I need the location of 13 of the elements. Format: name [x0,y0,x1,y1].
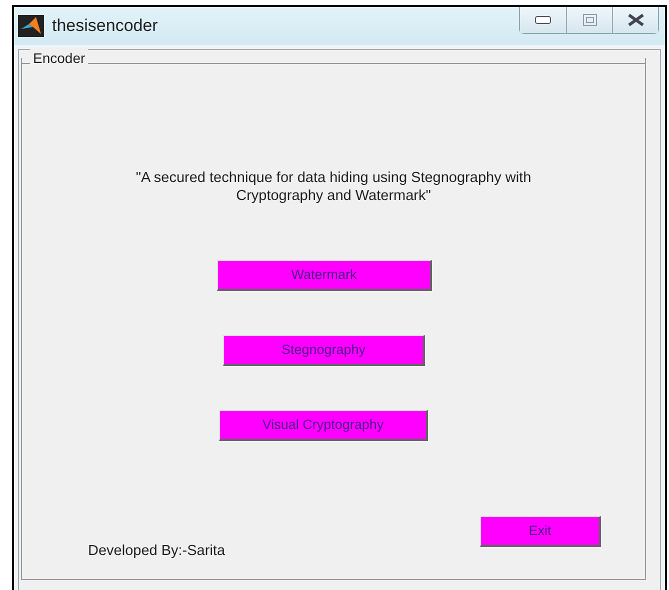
credit-text: Developed By:-Sarita [88,542,226,562]
exit-button[interactable]: Exit [480,516,601,547]
close-button[interactable] [612,7,658,33]
window-title: thesisencoder [52,15,158,38]
description-text: "A secured technique for data hiding using Stegnography with Cryptography and Watermark" [134,169,532,205]
minimize-icon [535,16,551,24]
menu-button[interactable]: Visual Cryptography [219,410,428,441]
menu-button[interactable]: Stegnography [223,335,425,366]
app-icon [18,15,44,37]
close-icon [626,13,644,27]
menu-button[interactable]: Watermark [217,260,432,291]
minimize-button[interactable] [520,7,566,33]
maximize-icon [582,14,596,26]
